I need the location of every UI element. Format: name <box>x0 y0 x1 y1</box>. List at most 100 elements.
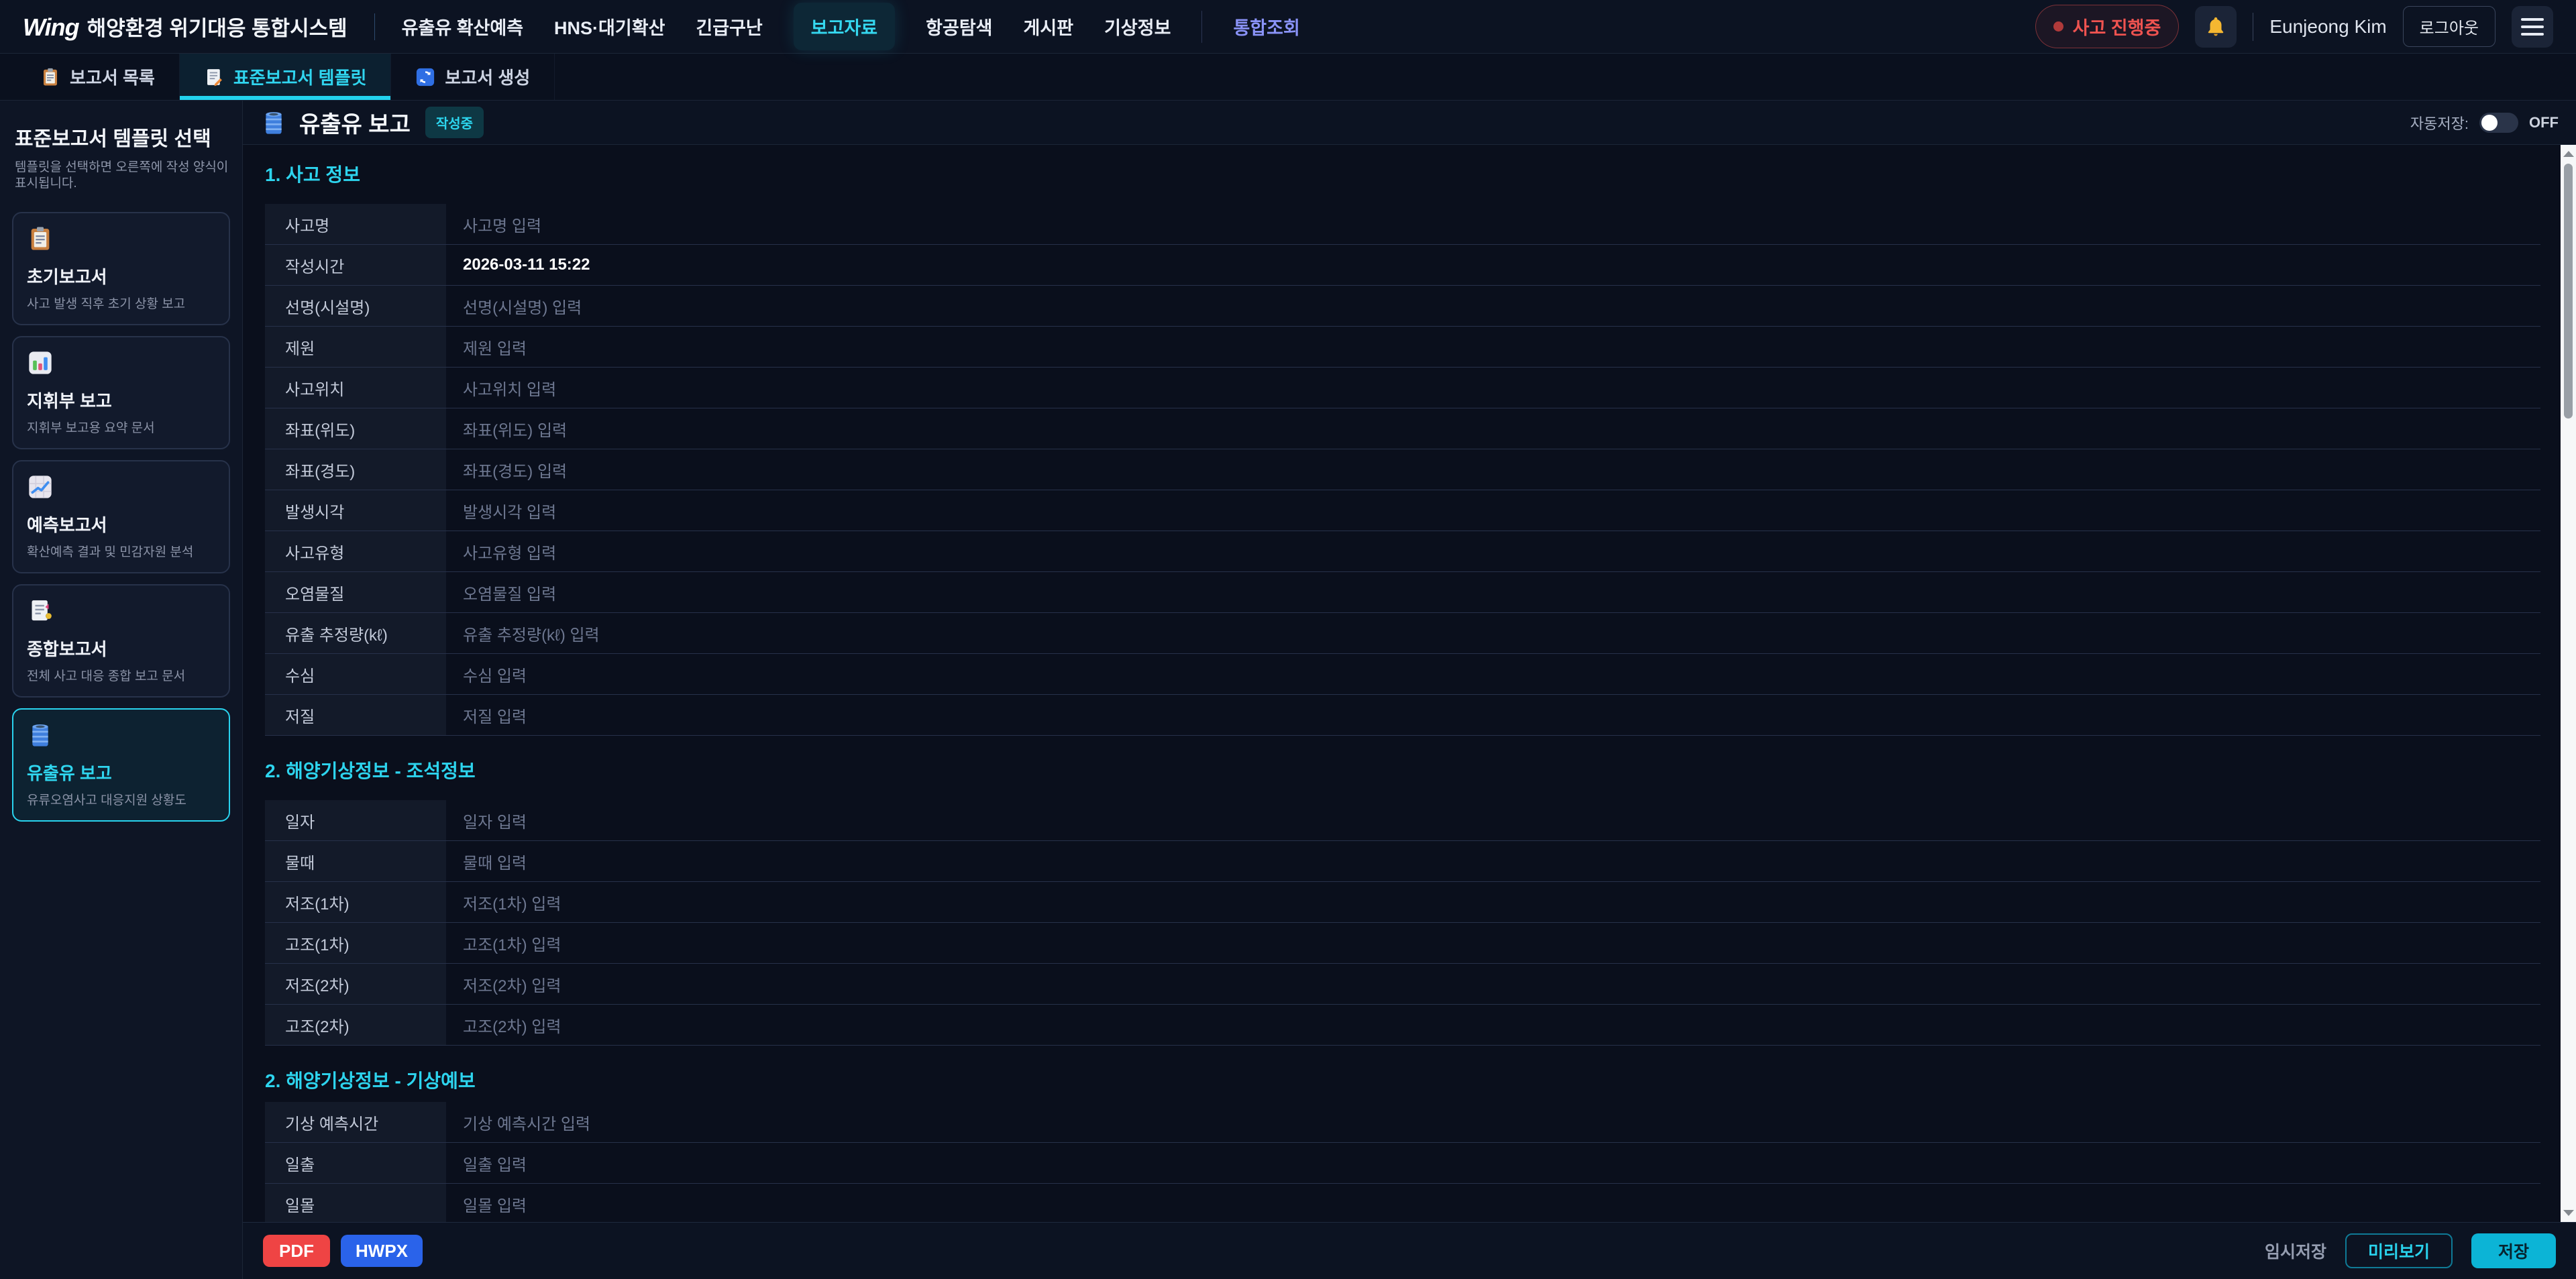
field-value[interactable]: 2026-03-11 15:22 <box>446 245 2540 285</box>
autosave-label: 자동저장: <box>2410 112 2469 133</box>
field-label: 제원 <box>265 327 446 367</box>
app-logo: Wing 해양환경 위기대응 통합시스템 <box>23 11 347 42</box>
document-pen-icon <box>27 598 54 624</box>
trend-chart-icon <box>27 474 54 500</box>
field-label: 저조(1차) <box>265 882 446 922</box>
field-input[interactable]: 고조(2차) 입력 <box>446 1005 2540 1045</box>
oil-drum-icon <box>27 722 54 748</box>
temp-save-button[interactable]: 임시저장 <box>2265 1239 2326 1263</box>
table-row: 좌표(위도)좌표(위도) 입력 <box>265 408 2540 449</box>
table-row: 발생시각발생시각 입력 <box>265 490 2540 531</box>
nav-item-4[interactable]: 보고자료 <box>794 3 895 50</box>
tab-3[interactable]: 보고서 생성 <box>391 54 555 100</box>
field-input[interactable]: 수심 입력 <box>446 654 2540 694</box>
nav-item-7[interactable]: 기상정보 <box>1104 13 1171 40</box>
logout-button[interactable]: 로그아웃 <box>2403 6 2496 47</box>
nav-item-6[interactable]: 게시판 <box>1024 13 1074 40</box>
table-row: 제원제원 입력 <box>265 327 2540 368</box>
field-label: 저질 <box>265 695 446 735</box>
field-input[interactable]: 저조(1차) 입력 <box>446 882 2540 922</box>
field-input[interactable]: 사고유형 입력 <box>446 531 2540 571</box>
field-label: 사고명 <box>265 204 446 244</box>
scroll-up-arrow-icon[interactable] <box>2563 151 2574 157</box>
app-title: 해양환경 위기대응 통합시스템 <box>87 11 347 42</box>
field-input[interactable]: 사고명 입력 <box>446 204 2540 244</box>
template-card-5[interactable]: 유출유 보고유류오염사고 대응지원 상황도 <box>12 708 230 822</box>
field-input[interactable]: 저질 입력 <box>446 695 2540 735</box>
nav-item-3[interactable]: 긴급구난 <box>696 13 762 40</box>
template-card-title: 지휘부 보고 <box>27 388 215 412</box>
field-input[interactable]: 유출 추정량(kℓ) 입력 <box>446 613 2540 653</box>
field-input[interactable]: 저조(2차) 입력 <box>446 964 2540 1004</box>
autosave-state: OFF <box>2529 114 2559 131</box>
export-hwpx-button[interactable]: HWPX <box>341 1235 423 1267</box>
field-label: 좌표(경도) <box>265 449 446 490</box>
sidebar-subtitle: 템플릿을 선택하면 오른쪽에 작성 양식이 표시됩니다. <box>15 160 230 192</box>
tab-2[interactable]: 표준보고서 템플릿 <box>180 54 392 100</box>
field-label: 수심 <box>265 654 446 694</box>
nav-item-2[interactable]: HNS·대기확산 <box>554 13 665 40</box>
shell: 표준보고서 템플릿 선택 템플릿을 선택하면 오른쪽에 작성 양식이 표시됩니다… <box>0 101 2576 1279</box>
table-row: 저질저질 입력 <box>265 695 2540 736</box>
field-label: 일몰 <box>265 1184 446 1222</box>
vertical-scrollbar[interactable] <box>2561 145 2576 1222</box>
footer-actions: 임시저장 미리보기 저장 <box>2265 1233 2556 1268</box>
field-input[interactable]: 일몰 입력 <box>446 1184 2540 1222</box>
incident-badge-label: 사고 진행중 <box>2073 13 2161 40</box>
export-pdf-button[interactable]: PDF <box>263 1235 330 1267</box>
table-row: 오염물질오염물질 입력 <box>265 572 2540 613</box>
template-card-1[interactable]: 초기보고서사고 발생 직후 초기 상황 보고 <box>12 212 230 325</box>
field-input[interactable]: 선명(시설명) 입력 <box>446 286 2540 326</box>
field-input[interactable]: 좌표(경도) 입력 <box>446 449 2540 490</box>
save-button[interactable]: 저장 <box>2471 1233 2556 1268</box>
tab-label: 보고서 목록 <box>70 64 155 89</box>
field-input[interactable]: 일출 입력 <box>446 1143 2540 1183</box>
tab-label: 보고서 생성 <box>445 64 530 89</box>
nav-item-1[interactable]: 유출유 확산예측 <box>402 13 523 40</box>
template-card-desc: 유류오염사고 대응지원 상황도 <box>27 790 215 808</box>
toggle-knob <box>2481 115 2498 131</box>
template-card-4[interactable]: 종합보고서전체 사고 대응 종합 보고 문서 <box>12 584 230 698</box>
field-input[interactable]: 사고위치 입력 <box>446 368 2540 408</box>
field-input[interactable]: 물때 입력 <box>446 841 2540 881</box>
form-table-2: 일자일자 입력물때물때 입력저조(1차)저조(1차) 입력고조(1차)고조(1차… <box>265 800 2540 1046</box>
tab-1[interactable]: 보고서 목록 <box>16 54 180 100</box>
nav-item-integrated-search[interactable]: 통합조회 <box>1233 13 1299 40</box>
template-card-desc: 확산예측 결과 및 민감자원 분석 <box>27 542 215 560</box>
table-row: 물때물때 입력 <box>265 841 2540 882</box>
section-heading-1: 1. 사고 정보 <box>265 164 2540 186</box>
table-row: 사고위치사고위치 입력 <box>265 368 2540 408</box>
status-badge: 작성중 <box>425 107 484 138</box>
incident-status-badge: 사고 진행중 <box>2035 5 2180 48</box>
field-input[interactable]: 고조(1차) 입력 <box>446 923 2540 963</box>
scrollbar-thumb[interactable] <box>2564 164 2573 419</box>
autosave-toggle[interactable] <box>2479 113 2518 133</box>
menu-button[interactable] <box>2512 6 2553 48</box>
field-input[interactable]: 기상 예측시간 입력 <box>446 1102 2540 1142</box>
top-nav: Wing 해양환경 위기대응 통합시스템 유출유 확산예측 HNS·대기확산 긴급구… <box>0 0 2576 54</box>
field-label: 기상 예측시간 <box>265 1102 446 1142</box>
field-input[interactable]: 오염물질 입력 <box>446 572 2540 612</box>
template-card-title: 예측보고서 <box>27 512 215 537</box>
field-label: 물때 <box>265 841 446 881</box>
template-card-list: 초기보고서사고 발생 직후 초기 상황 보고지휘부 보고지휘부 보고용 요약 문… <box>12 212 230 822</box>
nav-item-5[interactable]: 항공탐색 <box>926 13 992 40</box>
preview-button[interactable]: 미리보기 <box>2345 1233 2453 1268</box>
template-card-3[interactable]: 예측보고서확산예측 결과 및 민감자원 분석 <box>12 460 230 573</box>
notifications-button[interactable] <box>2195 6 2237 48</box>
clipboard-icon <box>27 225 54 252</box>
field-input[interactable]: 발생시각 입력 <box>446 490 2540 531</box>
field-label: 유출 추정량(kℓ) <box>265 613 446 653</box>
nav-menu: 유출유 확산예측 HNS·대기확산 긴급구난 보고자료 항공탐색 게시판 기상정보 통합조회 <box>402 3 1300 50</box>
field-input[interactable]: 제원 입력 <box>446 327 2540 367</box>
field-label: 오염물질 <box>265 572 446 612</box>
user-name: Eunjeong Kim <box>2269 16 2386 38</box>
field-input[interactable]: 일자 입력 <box>446 800 2540 840</box>
bar-chart-icon <box>27 349 54 376</box>
scroll-down-arrow-icon[interactable] <box>2563 1210 2574 1216</box>
table-row: 일몰일몰 입력 <box>265 1184 2540 1222</box>
table-row: 수심수심 입력 <box>265 654 2540 695</box>
field-input[interactable]: 좌표(위도) 입력 <box>446 408 2540 449</box>
table-row: 고조(1차)고조(1차) 입력 <box>265 923 2540 964</box>
template-card-2[interactable]: 지휘부 보고지휘부 보고용 요약 문서 <box>12 336 230 449</box>
